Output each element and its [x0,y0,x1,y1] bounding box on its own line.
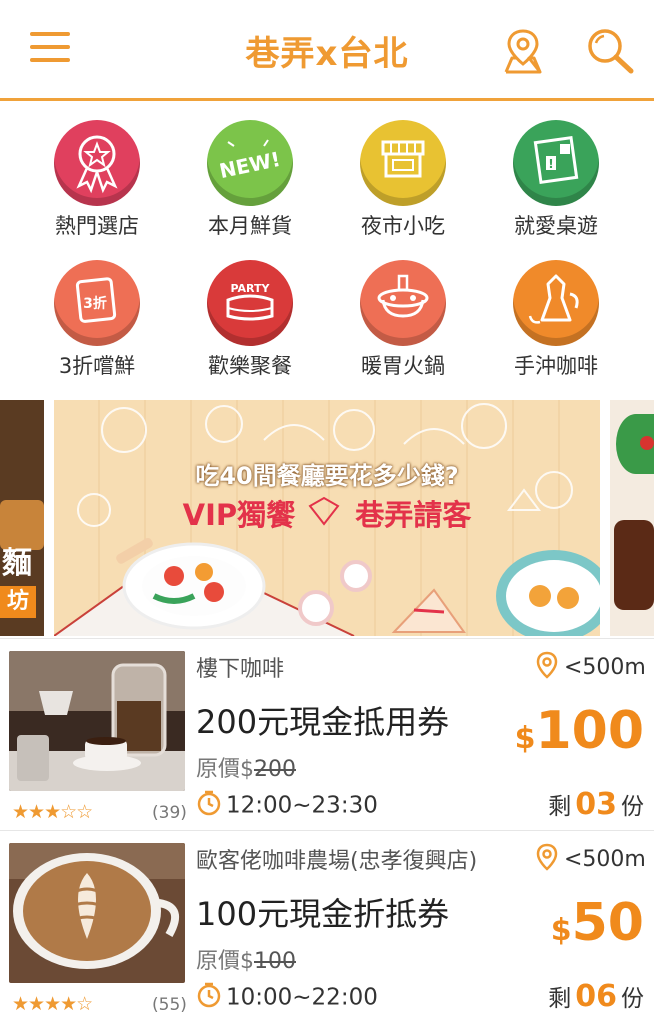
deal-card[interactable]: ★★★☆☆ (39) 樓下咖啡 <500m 200元現金抵用券 原價$200 1… [0,638,654,829]
category-label: 歡樂聚餐 [208,354,292,378]
category-label: 本月鮮貨 [208,214,292,238]
category-label: 熱門選店 [55,214,139,238]
category-label: 3折嚐鮮 [58,354,136,378]
opening-hours: 12:00~23:30 [196,789,378,823]
category-label: 手沖咖啡 [514,354,598,378]
promo-carousel[interactable]: 麵 坊 吃40間餐廳要花多少錢? VIP獨饗 巷弄請客 [0,400,654,636]
category-label: 夜市小吃 [361,214,445,238]
discount-icon: 3折 [54,260,140,346]
prev-banner-text-2: 坊 [0,586,36,618]
prev-banner-peek[interactable]: 麵 坊 [0,400,44,636]
shop-name: 歐客佬咖啡農場(忠孝復興店) [196,849,478,874]
deal-price: $50 [550,893,644,953]
category-hotpot[interactable]: 暖胃火鍋 [333,260,473,380]
distance-text: <500m [564,847,646,872]
party-cake-icon: PARTY [207,260,293,346]
distance: <500m [536,651,646,685]
vip-banner[interactable]: 吃40間餐廳要花多少錢? VIP獨饗 巷弄請客 [54,400,600,636]
original-price: 原價$100 [196,949,296,974]
category-board-games[interactable]: ! 就愛桌遊 [486,120,626,240]
coffee-pour-photo [9,651,185,791]
hotpot-icon [360,260,446,346]
category-label: 就愛桌遊 [514,214,598,238]
party-icon-text: PARTY [230,282,270,295]
category-party[interactable]: PARTY 歡樂聚餐 [180,260,320,380]
svg-text:!: ! [548,157,553,171]
banner-subheadline: VIP獨饗 巷弄請客 [54,492,600,534]
deal-card[interactable]: ★★★★☆ (55) 歐客佬咖啡農場(忠孝復興店) <500m 100元現金折抵… [0,830,654,1021]
review-count: (39) [152,803,187,823]
deal-title: 200元現金抵用券 [196,703,450,741]
new-icon: NEW! [207,120,293,206]
original-price: 原價$200 [196,757,296,782]
review-count: (55) [152,995,187,1015]
distance-text: <500m [564,655,646,680]
category-hot-shops[interactable]: 熱門選店 [27,120,167,240]
app-title: 巷弄x台北 [245,34,409,74]
next-banner-peek[interactable] [610,400,654,636]
search-icon[interactable] [584,26,636,76]
category-night-market[interactable]: 夜市小吃 [333,120,473,240]
clock-icon [196,789,222,823]
deal-price: $100 [514,701,644,761]
deal-title: 100元現金折抵券 [196,895,450,933]
coffee-pot-icon [513,260,599,346]
stall-icon [360,120,446,206]
distance: <500m [536,843,646,877]
shop-name: 樓下咖啡 [196,657,285,682]
clock-icon [196,981,222,1015]
boardgame-icon: ! [513,120,599,206]
location-pin-icon [536,843,558,877]
remaining-count: 剩 06 份 [548,979,644,1014]
location-pin-icon [536,651,558,685]
remaining-count: 剩 03 份 [548,787,644,822]
banner-invite-text: 巷弄請客 [355,498,472,532]
prev-banner-text-1: 麵 [2,546,32,581]
app-header: 巷弄x台北 [0,0,654,101]
star-rating: ★★★☆☆ [12,801,93,823]
category-discount[interactable]: 3折 3折嚐鮮 [27,260,167,380]
map-pin-icon[interactable] [498,26,548,76]
opening-hours: 10:00~22:00 [196,981,378,1015]
category-label: 暖胃火鍋 [361,354,445,378]
category-new-arrivals[interactable]: NEW! 本月鮮貨 [180,120,320,240]
category-pour-over-coffee[interactable]: 手沖咖啡 [486,260,626,380]
banner-headline: 吃40間餐廳要花多少錢? [195,462,459,490]
star-rating: ★★★★☆ [12,993,93,1015]
latte-art-photo [9,843,185,983]
ribbon-icon [54,120,140,206]
discount-icon-text: 3折 [83,295,107,312]
new-icon-text: NEW! [220,147,280,183]
banner-vip-text: VIP獨饗 [182,498,296,532]
